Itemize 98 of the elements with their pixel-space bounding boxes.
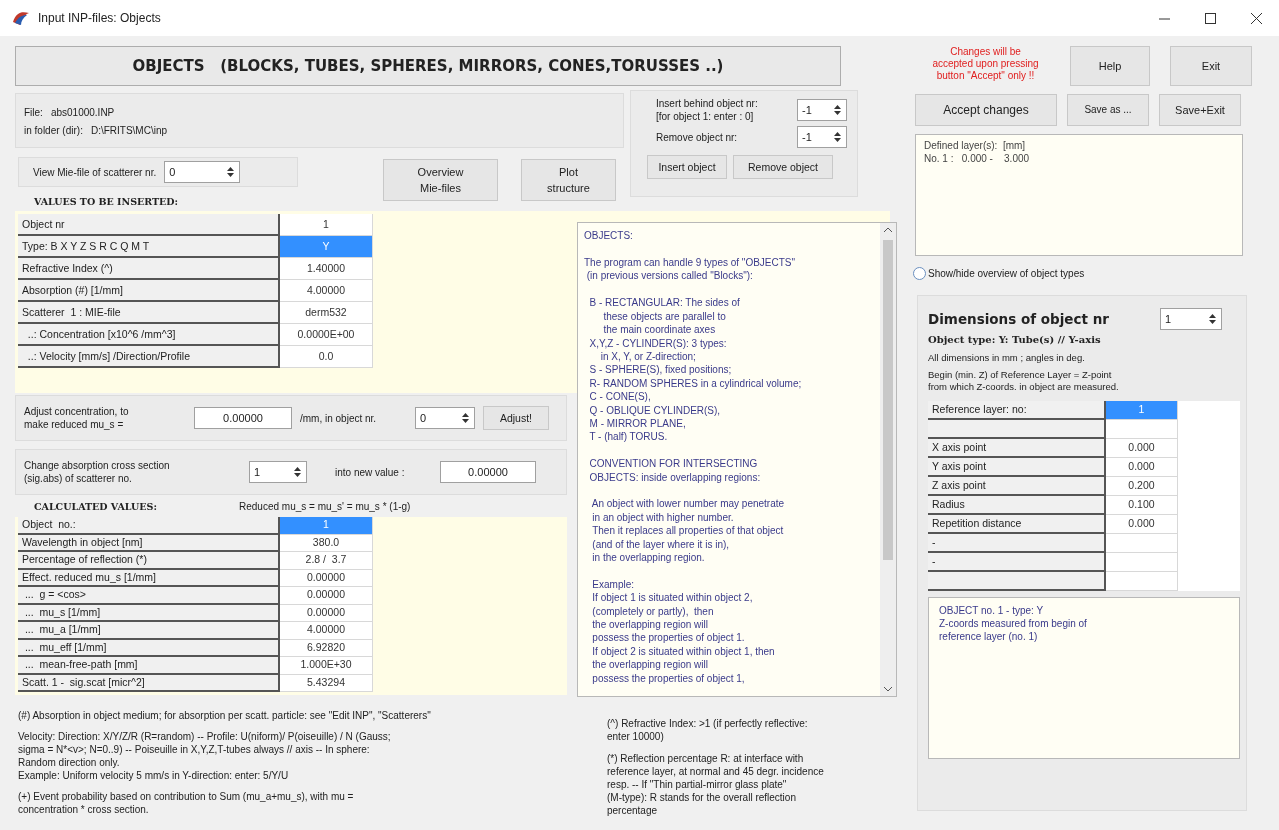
footnote: (^) Refractive Index: >1 (if perfectly reflective: enter 10000) [607,717,809,744]
button[interactable]: Remove object [733,155,833,179]
adjust-label: Adjust concentration, to make reduced mu_s = [24,405,130,432]
table-cell[interactable]: 4.00000 [280,280,373,303]
table-cell: Type: B X Y Z S R C Q M T [18,236,280,259]
into-value-label: into new value : [335,465,406,480]
radio-button[interactable] [913,267,926,280]
table-cell: Scatterer 1 : MIE-file [18,302,280,325]
table-cell[interactable] [1106,572,1178,592]
table-cell: Percentage of reflection (*) [18,552,280,570]
table-cell: ..: Velocity [mm/s] /Direction/Profile [18,346,280,369]
folder-path: D:\FRITS\MC\inp [90,124,168,138]
table-cell[interactable] [1106,420,1178,440]
warning-text: Changes will be accepted upon pressing button "Accept" only !! [931,46,1040,83]
table-cell[interactable]: 0.000 [1106,458,1178,478]
spinner-field[interactable]: 0 [415,407,475,430]
table-cell[interactable]: 1 [280,214,373,237]
scrollbar[interactable] [880,223,896,697]
table-cell: ..: Concentration [x10^6 /mm^3] [18,324,280,347]
table-cell[interactable]: 0.0 [280,346,373,369]
button[interactable]: Overview Mie-files [383,159,498,201]
radio-label: Show/hide overview of object types [928,267,1085,281]
table-cell[interactable] [1106,534,1178,554]
scroll-up-icon[interactable] [884,227,892,233]
button[interactable]: Plot structure [521,159,616,201]
footnote: (+) Event probability based on contribution to Sum (mu_a+mu_s), with mu = concentration * cross section. [18,790,355,817]
spinner-field[interactable]: 1 [249,461,307,484]
input-field[interactable]: 0.00000 [194,407,292,430]
table-cell: X axis point [928,439,1106,459]
file-label: File: [24,106,43,120]
table-cell: Z axis point [928,477,1106,497]
insert-label: Insert behind object nr: [for object 1: enter : 0] [656,97,758,123]
heading-banner: OBJECTS (BLOCKS, TUBES, SPHERES, MIRRORS, CONES,TORUSSES ..) [15,46,841,86]
table-cell[interactable]: 0.000 [1106,515,1178,535]
button[interactable]: Accept changes [915,94,1057,126]
input-field[interactable]: 0.00000 [440,461,536,484]
table-cell: - [928,553,1106,573]
table-cell[interactable]: 0.200 [1106,477,1178,497]
window-title: Input INP-files: Objects [38,10,161,27]
spinner-arrows-icon[interactable] [833,130,842,144]
spinner-arrows-icon[interactable] [461,411,470,426]
table-cell: Y axis point [928,458,1106,478]
table-cell[interactable]: derm532 [280,302,373,325]
units-text: All dimensions in mm ; angles in deg. [928,351,1086,365]
table-cell[interactable]: 1.000E+30 [280,657,373,675]
layers-text-box: Defined layer(s): [mm] No. 1 : 0.000 - 3.000 [915,134,1243,256]
spinner-field[interactable]: -1 [797,126,847,148]
app-logo-icon [12,10,30,26]
table-cell[interactable]: 0.00000 [280,587,373,605]
help-text: OBJECTS: The program can handle 9 types of "OBJECTS" (in previous versions called "Blocks"): B - RECTANGULAR: The sides of these objects are parallel to the main coordinate axes X,Y,Z - CYLINDER(S): 3 types: in X, Y, or Z-direction; S - SPHERE(S), fixed positions; R- RANDOM SPHERES in a cylindrical volume; C - CONE(S), Q - OBLIQUE CYLINDER(S), M - MIRROR PLANE, T - (half) TORUS. CONVENTION FOR INTERSECTING OBJECTS: inside overlapping regions: An object with lower number may penetrate in an object with higher number. Then it replaces all properties of that object (and of the layer where it is in), in the overlapping region. Example: If object 1 is situated within object 2, (completely or partly), then the overlapping region will possess the properties of object 1. If object 2 is situated within object 1, then the overlapping region will possess the properties of object 1, [583,229,803,686]
table-cell: Absorption (#) [1/mm] [18,280,280,303]
section-title: VALUES TO BE INSERTED: [34,195,180,209]
formula-text: Reduced mu_s = mu_s' = mu_s * (1-g) [239,500,411,515]
table-cell: Repetition distance [928,515,1106,535]
dimensions-title: Dimensions of object nr [928,309,1110,329]
remove-label: Remove object nr: [656,130,738,145]
table-cell: Object no.: [18,517,280,535]
table-cell[interactable]: 0.100 [1106,496,1178,516]
table-cell[interactable]: 2.8 / 3.7 [280,552,373,570]
unit-label: /mm, in object nr. [300,411,378,426]
spinner-field[interactable]: 0 [164,161,241,183]
button[interactable]: Help [1070,46,1150,86]
spinner-arrows-icon[interactable] [1208,312,1217,326]
table-cell: ... g = <cos> [18,587,280,605]
table-cell: ... mean-free-path [mm] [18,657,280,675]
file-name: abs01000.INP [50,106,115,120]
spinner-arrows-icon[interactable] [833,103,842,117]
table-cell: Reference layer: no: [928,401,1106,421]
table-cell: - [928,534,1106,554]
table-cell: Refractive Index (^) [18,258,280,281]
change-absorption-label: Change absorption cross section (sig.abs) of scatterer no. [24,459,171,486]
table-cell[interactable]: 0.000 [1106,439,1178,459]
button[interactable]: Save+Exit [1159,94,1241,126]
spinner-field[interactable]: -1 [797,99,847,121]
button[interactable]: Save as ... [1067,94,1149,126]
table-cell: Radius [928,496,1106,516]
begin-text: Begin (min. Z) of Reference Layer = Z-point from which Z-coords. in object are measured. [928,369,1120,394]
button[interactable]: Adjust! [483,406,549,431]
spinner-arrows-icon[interactable] [226,165,236,179]
object-info-box: OBJECT no. 1 - type: Y Z-coords measured from begin of reference layer (no. 1) [928,597,1240,760]
footnote: Velocity: Direction: X/Y/Z/R (R=random) -- Profile: U(niform)/ P(oiseuille) / N (Gauss; sigma = N*<v>; N=0..9) -- Poiseuille in X,Y,Z,T-tubes always // axis -- In sphere: Random direction only. Example: Uniform velocity 5 mm/s in Y-direction: enter: 5/Y/U [18,730,392,783]
table-cell[interactable]: 1.40000 [280,258,373,281]
table-cell: Object nr [18,214,280,237]
table-cell[interactable] [1106,553,1178,573]
button[interactable]: Insert object [647,155,727,179]
table-cell[interactable]: 0.0000E+00 [280,324,373,347]
scroll-down-icon[interactable] [884,687,892,693]
footnote: (*) Reflection percentage R: at interface with reference layer, at normal and 45 degr. incidence resp. -- If "Thin partial-mirror glass plate" (M-type): R stands for the overall reflection percentage [607,752,825,818]
button[interactable]: Exit [1170,46,1252,86]
spinner-field[interactable]: 1 [1160,308,1222,330]
view-mie-label: View Mie-file of scatterer nr. [32,165,157,180]
table-cell[interactable]: 4.00000 [280,622,373,640]
section-title: CALCULATED VALUES: [34,499,158,514]
object-type-text: Object type: Y: Tube(s) // Y-axis [928,333,1102,347]
spinner-arrows-icon[interactable] [293,465,302,480]
table-cell: ... mu_a [1/mm] [18,622,280,640]
folder-label: in folder (dir): [24,124,83,138]
footnote: (#) Absorption in object medium; for absorption per scatt. particle: see "Edit INP", "Scatterers" [18,709,432,723]
